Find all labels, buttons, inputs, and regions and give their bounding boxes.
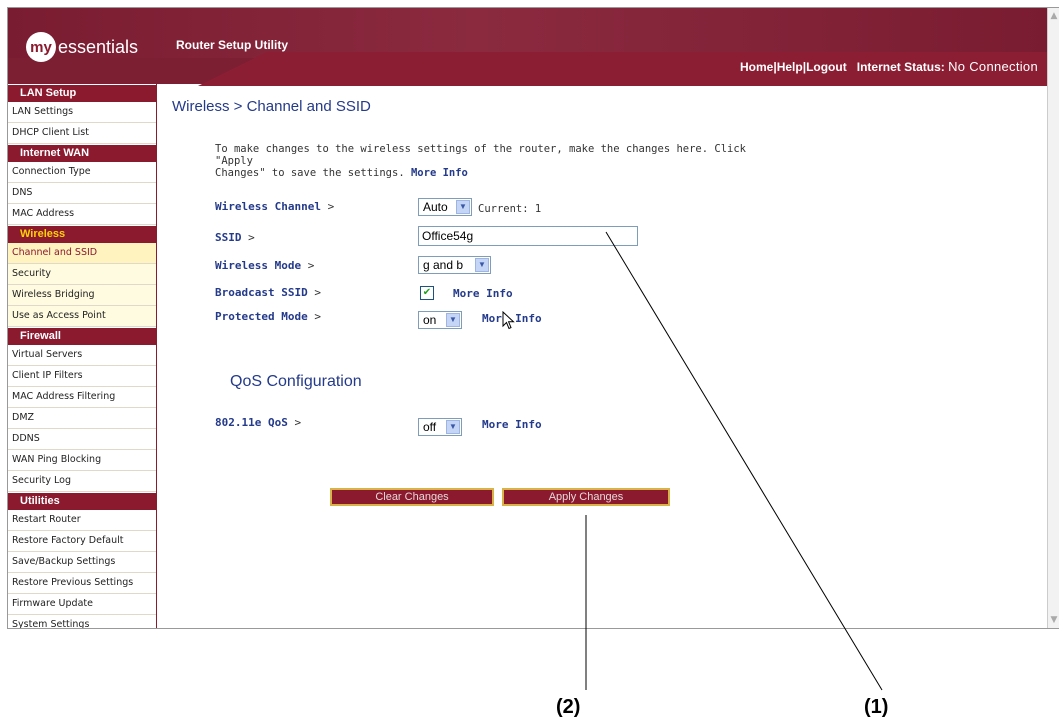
callout-lines <box>585 231 883 691</box>
callout-label-1: (1) <box>864 696 889 718</box>
callout-line-1 <box>605 231 883 691</box>
callout-label-2: (2) <box>556 696 581 718</box>
